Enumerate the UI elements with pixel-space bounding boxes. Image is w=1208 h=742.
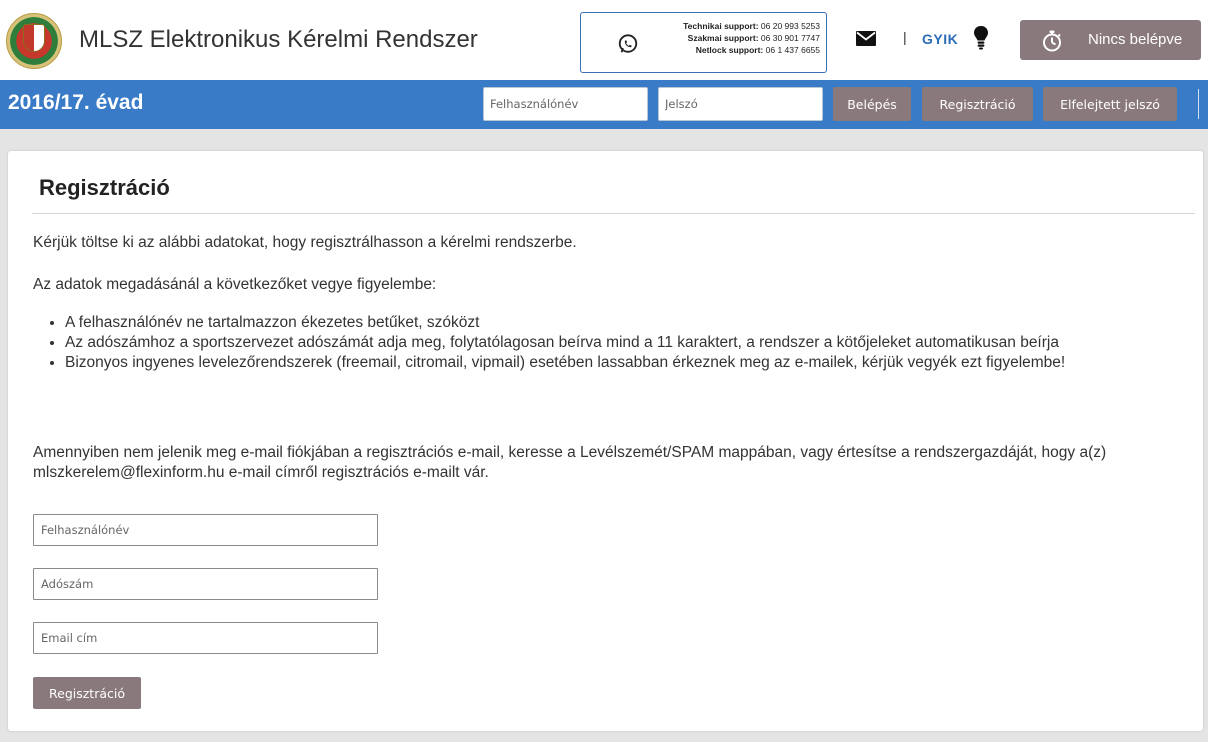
- rule-item-username: A felhasználónév ne tartalmazzon ékezete…: [65, 313, 1195, 333]
- nav-register-button[interactable]: Regisztráció: [922, 87, 1033, 121]
- top-header: MLSZ Elektronikus Kérelmi Rendszer Techn…: [0, 0, 1208, 80]
- rule-item-email-delay: Bizonyos ingyenes levelezőrendszerek (fr…: [65, 353, 1195, 373]
- login-status-label: Nincs belépve: [1088, 31, 1183, 48]
- login-button[interactable]: Belépés: [833, 87, 911, 121]
- email-field[interactable]: [33, 622, 378, 654]
- spam-note: Amennyiben nem jelenik meg e-mail fiókjá…: [33, 444, 1107, 481]
- header-separator: |: [903, 29, 907, 45]
- register-submit-button[interactable]: Regisztráció: [33, 677, 141, 709]
- mlsz-crest-logo[interactable]: [6, 13, 62, 69]
- tax-number-field[interactable]: [33, 568, 378, 600]
- faq-link[interactable]: GYIK: [922, 31, 958, 47]
- notes-heading: Az adatok megadásánál a következőket veg…: [33, 276, 437, 293]
- app-title: MLSZ Elektronikus Kérelmi Rendszer: [79, 26, 478, 53]
- registration-card: Regisztráció Kérjük töltse ki az alábbi …: [8, 151, 1203, 731]
- stopwatch-icon: [1043, 30, 1061, 52]
- lightbulb-icon[interactable]: [974, 26, 988, 50]
- envelope-icon[interactable]: [856, 31, 876, 46]
- nav-bar: 2016/17. évad Belépés Regisztráció Elfel…: [0, 80, 1208, 129]
- login-status-button[interactable]: Nincs belépve: [1020, 20, 1201, 60]
- title-divider: [32, 213, 1195, 214]
- rule-item-tax-number: Az adószámhoz a sportszervezet adószámát…: [65, 333, 1195, 353]
- support-line-technical: Technikai support: 06 20 993 5253: [683, 21, 820, 31]
- page-title: Regisztráció: [39, 175, 170, 200]
- support-line-netlock: Netlock support: 06 1 437 6655: [695, 45, 820, 55]
- whatsapp-icon: [618, 34, 638, 53]
- rules-list: A felhasználónév ne tartalmazzon ékezete…: [33, 313, 1195, 373]
- nav-divider: [1198, 89, 1199, 119]
- season-label: 2016/17. évad: [8, 91, 144, 114]
- support-line-professional: Szakmai support: 06 30 901 7747: [687, 33, 820, 43]
- intro-text: Kérjük töltse ki az alábbi adatokat, hog…: [33, 234, 577, 251]
- support-contact-box: Technikai support: 06 20 993 5253 Szakma…: [580, 12, 827, 73]
- crest-shield-icon: [23, 24, 45, 52]
- nav-password-input[interactable]: [658, 87, 823, 121]
- support-lines: Technikai support: 06 20 993 5253 Szakma…: [683, 20, 820, 56]
- nav-username-input[interactable]: [483, 87, 648, 121]
- username-field[interactable]: [33, 514, 378, 546]
- forgot-password-button[interactable]: Elfelejtett jelszó: [1043, 87, 1177, 121]
